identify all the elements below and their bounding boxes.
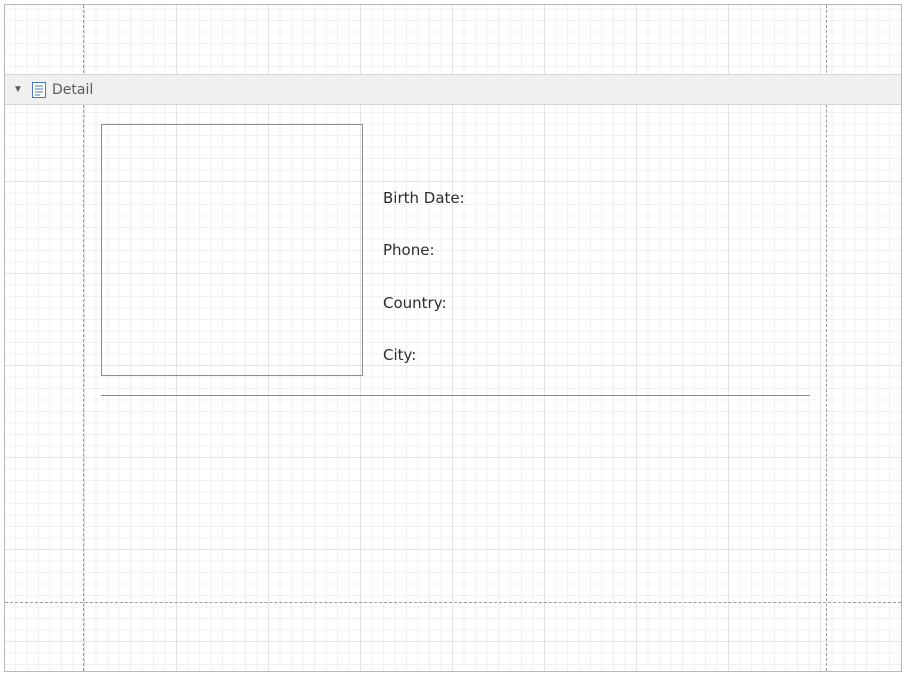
separator-line[interactable] — [101, 395, 810, 396]
triangle-down-icon[interactable]: ▼ — [11, 83, 25, 97]
country-label[interactable]: Country: — [383, 294, 447, 312]
picture-box[interactable] — [101, 124, 363, 376]
detail-band-icon — [31, 81, 47, 99]
report-design-surface[interactable]: ▼ Detail Birth Date: Phone: Country: Cit… — [4, 4, 902, 672]
phone-label[interactable]: Phone: — [383, 241, 435, 259]
detail-band-header[interactable]: ▼ Detail — [5, 74, 901, 105]
birth-date-label[interactable]: Birth Date: — [383, 189, 465, 207]
band-title: Detail — [52, 81, 94, 98]
bottom-margin-guide — [5, 602, 901, 603]
city-label[interactable]: City: — [383, 346, 416, 364]
